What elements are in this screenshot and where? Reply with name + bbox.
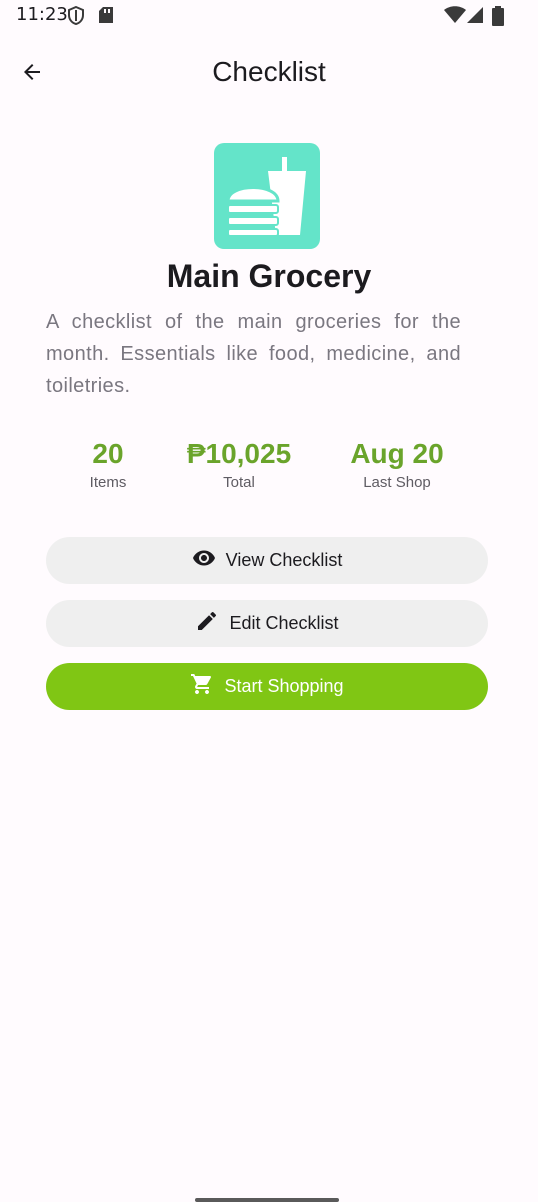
- start-shopping-button[interactable]: Start Shopping: [46, 663, 488, 710]
- stat-label: Total: [223, 474, 255, 491]
- top-app-bar: Checklist: [0, 44, 538, 104]
- stat-items: 20 Items: [68, 438, 148, 491]
- battery-icon: [492, 6, 504, 31]
- page-title: Checklist: [212, 56, 326, 87]
- stat-total: ₱10,025 Total: [174, 438, 304, 491]
- edit-checklist-label: Edit Checklist: [229, 613, 339, 633]
- stat-value: Aug 20: [350, 438, 444, 469]
- stat-value: 20: [92, 438, 124, 469]
- checklist-description: A checklist of the main groceries for th…: [46, 311, 461, 397]
- stat-label: Last Shop: [363, 474, 431, 491]
- eye-icon: [192, 546, 226, 575]
- stat-last-shop: Aug 20 Last Shop: [337, 438, 457, 491]
- status-time: 11:23: [16, 4, 68, 25]
- home-indicator[interactable]: [195, 1198, 339, 1202]
- status-bar: 11:23: [0, 0, 538, 30]
- stat-value: ₱10,025: [186, 438, 292, 469]
- shield-icon: [68, 5, 84, 30]
- shopping-cart-icon: [190, 672, 224, 701]
- view-checklist-button[interactable]: View Checklist: [46, 537, 488, 584]
- stat-label: Items: [89, 474, 127, 491]
- sd-card-icon: [98, 6, 114, 29]
- signal-icon: [466, 6, 484, 29]
- wifi-icon: [444, 6, 466, 29]
- edit-checklist-button[interactable]: Edit Checklist: [46, 600, 488, 647]
- fastfood-icon: [214, 143, 320, 249]
- pencil-icon: [195, 609, 229, 638]
- checklist-name: Main Grocery: [166, 258, 372, 294]
- view-checklist-label: View Checklist: [225, 550, 343, 570]
- start-shopping-label: Start Shopping: [224, 676, 344, 696]
